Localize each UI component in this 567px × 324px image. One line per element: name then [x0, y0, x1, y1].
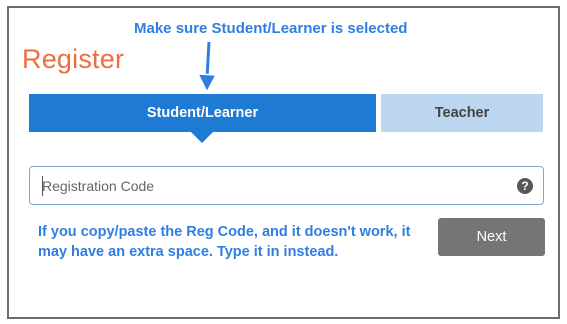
registration-code-input[interactable] [30, 167, 543, 204]
tab-student-learner-label: Student/Learner [146, 105, 259, 121]
tab-student-learner[interactable]: Student/Learner [29, 94, 376, 132]
annotation-top: Make sure Student/Learner is selected [134, 20, 408, 37]
next-button[interactable]: Next [438, 218, 545, 256]
registration-code-field[interactable]: ? [29, 166, 544, 205]
annotation-bottom: If you copy/paste the Reg Code, and it d… [38, 224, 411, 260]
tab-teacher[interactable]: Teacher [381, 94, 543, 132]
text-cursor [42, 176, 43, 196]
page-title: Register [22, 44, 125, 74]
annotation-arrow-icon [196, 41, 218, 94]
question-circle-icon[interactable]: ? [517, 178, 533, 194]
tab-teacher-label: Teacher [434, 105, 490, 121]
selected-tab-indicator [191, 132, 213, 143]
